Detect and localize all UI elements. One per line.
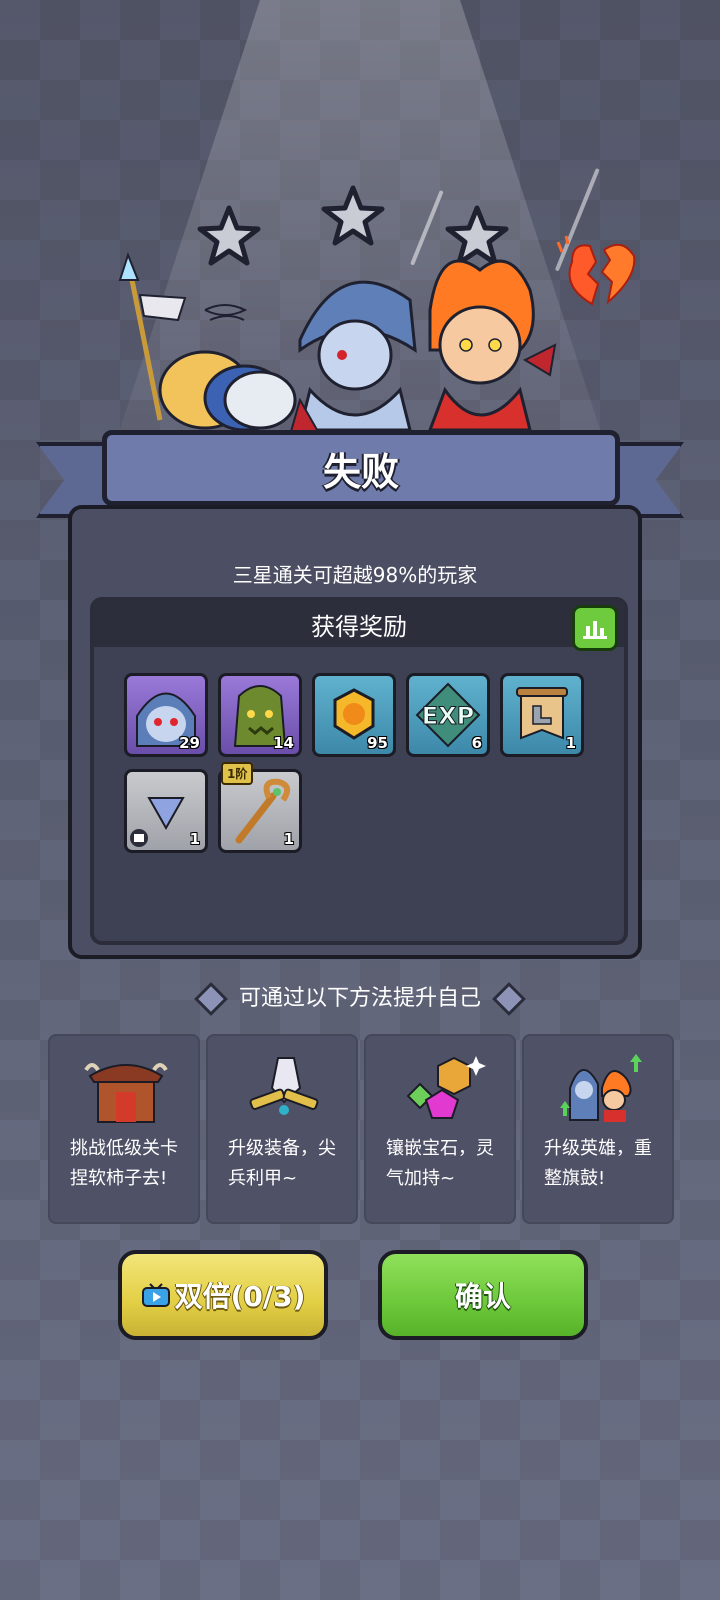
rewards-header-label: 获得奖励 <box>311 612 407 641</box>
reward-item[interactable]: 1 <box>124 769 208 853</box>
svg-text:EXP: EXP <box>422 702 475 730</box>
reward-item[interactable]: 1阶 1 <box>218 762 302 853</box>
double-reward-button[interactable]: 双倍(0/3) <box>118 1250 328 1340</box>
tip-text: 挑战低级关卡捏软柿子去! <box>70 1138 178 1189</box>
tv-ad-icon <box>141 1283 170 1307</box>
result-title: 失败 <box>322 449 399 494</box>
tip-text: 镶嵌宝石，灵气加持~ <box>386 1138 494 1189</box>
improve-title-text: 可通过以下方法提升自己 <box>238 986 481 1011</box>
result-panel: 三星通关可超越98%的玩家 获得奖励 29 14 95 EXP 6 1 1 1阶… <box>68 505 642 959</box>
reward-count: 6 <box>471 734 482 752</box>
gate-icon <box>84 1063 168 1123</box>
reward-count: 29 <box>179 734 200 752</box>
tip-card-upgrade-heroes[interactable]: 升级英雄，重整旗鼓! <box>522 1034 674 1224</box>
improve-title: 可通过以下方法提升自己 <box>0 980 720 1016</box>
tip-card-inlay-gems[interactable]: 镶嵌宝石，灵气加持~ <box>364 1034 516 1224</box>
star-empty-icon <box>321 185 385 246</box>
reward-count: 1 <box>283 830 294 848</box>
tips-row: 挑战低级关卡捏软柿子去! 升级装备，尖兵利甲~ 镶嵌宝石，灵气加持~ 升级英雄，… <box>48 1034 674 1224</box>
diamond-ornament-icon <box>492 982 526 1016</box>
tip-text: 升级装备，尖兵利甲~ <box>228 1138 336 1189</box>
diamond-ornament-icon <box>194 982 228 1016</box>
bar-chart-icon <box>583 621 607 639</box>
reward-item[interactable]: 95 <box>312 673 396 757</box>
three-star-hint: 三星通关可超越98%的玩家 <box>232 563 478 587</box>
reward-item[interactable]: 29 <box>124 673 208 757</box>
broken-heart-icon <box>556 235 636 306</box>
hero-upgrade-icon <box>560 1054 642 1122</box>
reward-count: 1 <box>189 830 200 848</box>
banner-main: 失败 <box>102 430 620 506</box>
confirm-button[interactable]: 确认 <box>378 1250 588 1340</box>
confirm-label: 确认 <box>454 1280 511 1313</box>
tip-card-upgrade-equipment[interactable]: 升级装备，尖兵利甲~ <box>206 1034 358 1224</box>
rewards-header: 获得奖励 <box>94 601 624 647</box>
rewards-grid: 29 14 95 EXP 6 1 1 1阶 1 <box>124 673 584 853</box>
reward-item[interactable]: 1 <box>500 673 584 757</box>
gem-icon <box>406 1056 486 1119</box>
stats-button[interactable] <box>572 605 618 651</box>
rewards-box: 获得奖励 29 14 95 EXP 6 1 1 1阶 1 <box>90 597 628 945</box>
reward-count: 1 <box>565 734 576 752</box>
equipment-icon <box>249 1057 319 1115</box>
reward-item[interactable]: 14 <box>218 673 302 757</box>
tier-badge: 1阶 <box>221 762 254 785</box>
reward-count: 95 <box>367 734 388 752</box>
reward-count: 14 <box>273 734 294 752</box>
reward-item[interactable]: EXP 6 <box>406 673 490 757</box>
tip-text: 升级英雄，重整旗鼓! <box>544 1138 652 1189</box>
double-reward-label: 双倍(0/3) <box>174 1280 306 1313</box>
tip-card-challenge-lower[interactable]: 挑战低级关卡捏软柿子去! <box>48 1034 200 1224</box>
defeated-heroes-illustration <box>118 252 557 436</box>
